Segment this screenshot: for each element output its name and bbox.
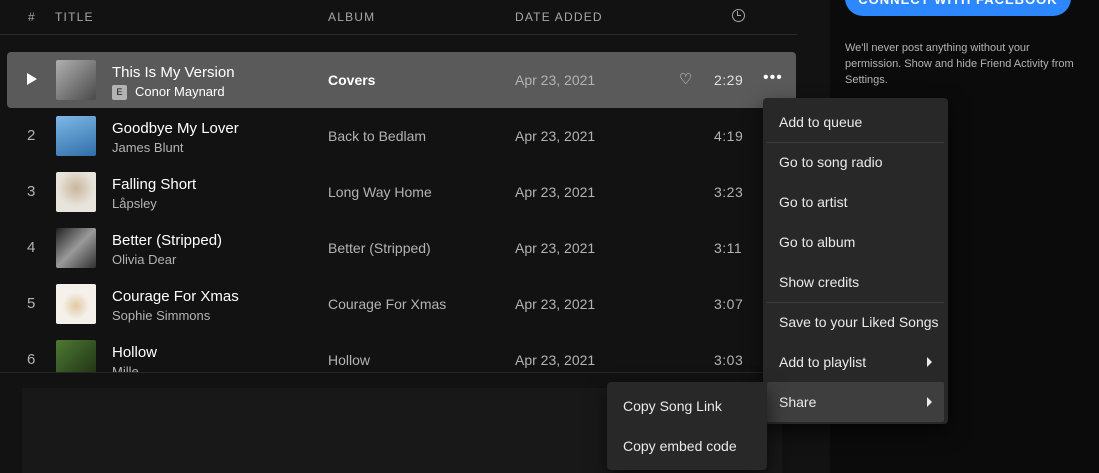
menu-show-credits[interactable]: Show credits	[767, 262, 944, 302]
submenu-arrow-icon	[927, 357, 932, 367]
menu-go-to-song-radio[interactable]: Go to song radio	[767, 142, 944, 182]
clock-icon[interactable]	[732, 9, 745, 22]
play-icon[interactable]	[27, 73, 37, 85]
album-art	[56, 172, 96, 212]
submenu-arrow-icon	[927, 397, 932, 407]
track-duration: 3:23	[714, 184, 744, 200]
track-number: 5	[27, 295, 36, 312]
track-date-added: Apr 23, 2021	[515, 240, 596, 256]
header-number: #	[28, 10, 36, 24]
header-title[interactable]: TITLE	[55, 10, 94, 24]
divider	[0, 372, 797, 373]
context-menu: Add to queue Go to song radio Go to arti…	[763, 98, 948, 424]
track-artist[interactable]: Sophie Simmons	[112, 308, 210, 323]
track-row[interactable]: 4 Better (Stripped) Olivia Dear Better (…	[7, 220, 796, 276]
track-date-added: Apr 23, 2021	[515, 296, 596, 312]
track-title[interactable]: This Is My Version	[112, 64, 235, 81]
track-title[interactable]: Hollow	[112, 344, 157, 361]
connect-facebook-button[interactable]: CONNECT WITH FACEBOOK	[845, 0, 1071, 16]
menu-add-to-playlist[interactable]: Add to playlist	[767, 342, 944, 382]
track-title[interactable]: Courage For Xmas	[112, 288, 239, 305]
track-number: 2	[27, 127, 36, 144]
menu-share[interactable]: Share	[767, 382, 944, 422]
tracklist-header: # TITLE ALBUM DATE ADDED	[0, 0, 797, 35]
explicit-badge: E	[112, 85, 127, 100]
track-artist[interactable]: James Blunt	[112, 140, 184, 155]
track-duration: 3:03	[714, 352, 744, 368]
track-date-added: Apr 23, 2021	[515, 352, 596, 368]
track-album[interactable]: Courage For Xmas	[328, 296, 446, 312]
track-album[interactable]: Covers	[328, 72, 375, 88]
menu-go-to-artist[interactable]: Go to artist	[767, 182, 944, 222]
track-artist[interactable]: Mille	[112, 364, 139, 372]
album-art	[56, 284, 96, 324]
track-title[interactable]: Better (Stripped)	[112, 232, 222, 249]
album-art	[56, 60, 96, 100]
menu-add-to-queue[interactable]: Add to queue	[767, 102, 944, 142]
track-album[interactable]: Long Way Home	[328, 184, 432, 200]
menu-add-to-playlist-label: Add to playlist	[779, 354, 867, 370]
track-row[interactable]: 3 Falling Short Låpsley Long Way Home Ap…	[7, 164, 796, 220]
track-duration: 4:19	[714, 128, 744, 144]
heart-icon[interactable]: ♡	[679, 72, 695, 88]
privacy-note: We'll never post anything without your p…	[845, 42, 1074, 86]
track-album[interactable]: Back to Bedlam	[328, 128, 426, 144]
track-duration: 3:07	[714, 296, 744, 312]
track-date-added: Apr 23, 2021	[515, 72, 596, 88]
track-number: 3	[27, 183, 36, 200]
album-art	[56, 228, 96, 268]
track-artist[interactable]: Låpsley	[112, 196, 157, 211]
header-album[interactable]: ALBUM	[328, 10, 375, 24]
more-options-icon[interactable]: •••	[763, 69, 783, 87]
track-number: 6	[27, 351, 36, 368]
track-title[interactable]: Falling Short	[112, 176, 196, 193]
menu-share-label: Share	[779, 394, 817, 410]
track-title[interactable]: Goodbye My Lover	[112, 120, 239, 137]
menu-save-to-liked-songs[interactable]: Save to your Liked Songs	[767, 302, 944, 342]
album-art	[56, 116, 96, 156]
track-row[interactable]: 5 Courage For Xmas Sophie Simmons Courag…	[7, 276, 796, 332]
album-art	[56, 340, 96, 372]
track-duration: 2:29	[714, 72, 744, 88]
track-row[interactable]: 6 Hollow Mille Hollow Apr 23, 2021 3:03	[7, 332, 796, 372]
track-date-added: Apr 23, 2021	[515, 128, 596, 144]
menu-go-to-album[interactable]: Go to album	[767, 222, 944, 262]
track-duration: 3:11	[714, 240, 743, 256]
menu-copy-song-link[interactable]: Copy Song Link	[611, 386, 763, 426]
track-album[interactable]: Better (Stripped)	[328, 240, 431, 256]
header-date-added[interactable]: DATE ADDED	[515, 10, 603, 24]
track-artist[interactable]: Conor Maynard	[135, 84, 225, 99]
menu-copy-embed-code[interactable]: Copy embed code	[611, 426, 763, 466]
share-submenu: Copy Song Link Copy embed code	[607, 382, 767, 470]
track-row[interactable]: This Is My Version E Conor Maynard Cover…	[7, 52, 796, 108]
track-row[interactable]: 2 Goodbye My Lover James Blunt Back to B…	[7, 108, 796, 164]
track-number: 4	[27, 239, 36, 256]
track-artist[interactable]: Olivia Dear	[112, 252, 176, 267]
track-date-added: Apr 23, 2021	[515, 184, 596, 200]
track-album[interactable]: Hollow	[328, 352, 370, 368]
